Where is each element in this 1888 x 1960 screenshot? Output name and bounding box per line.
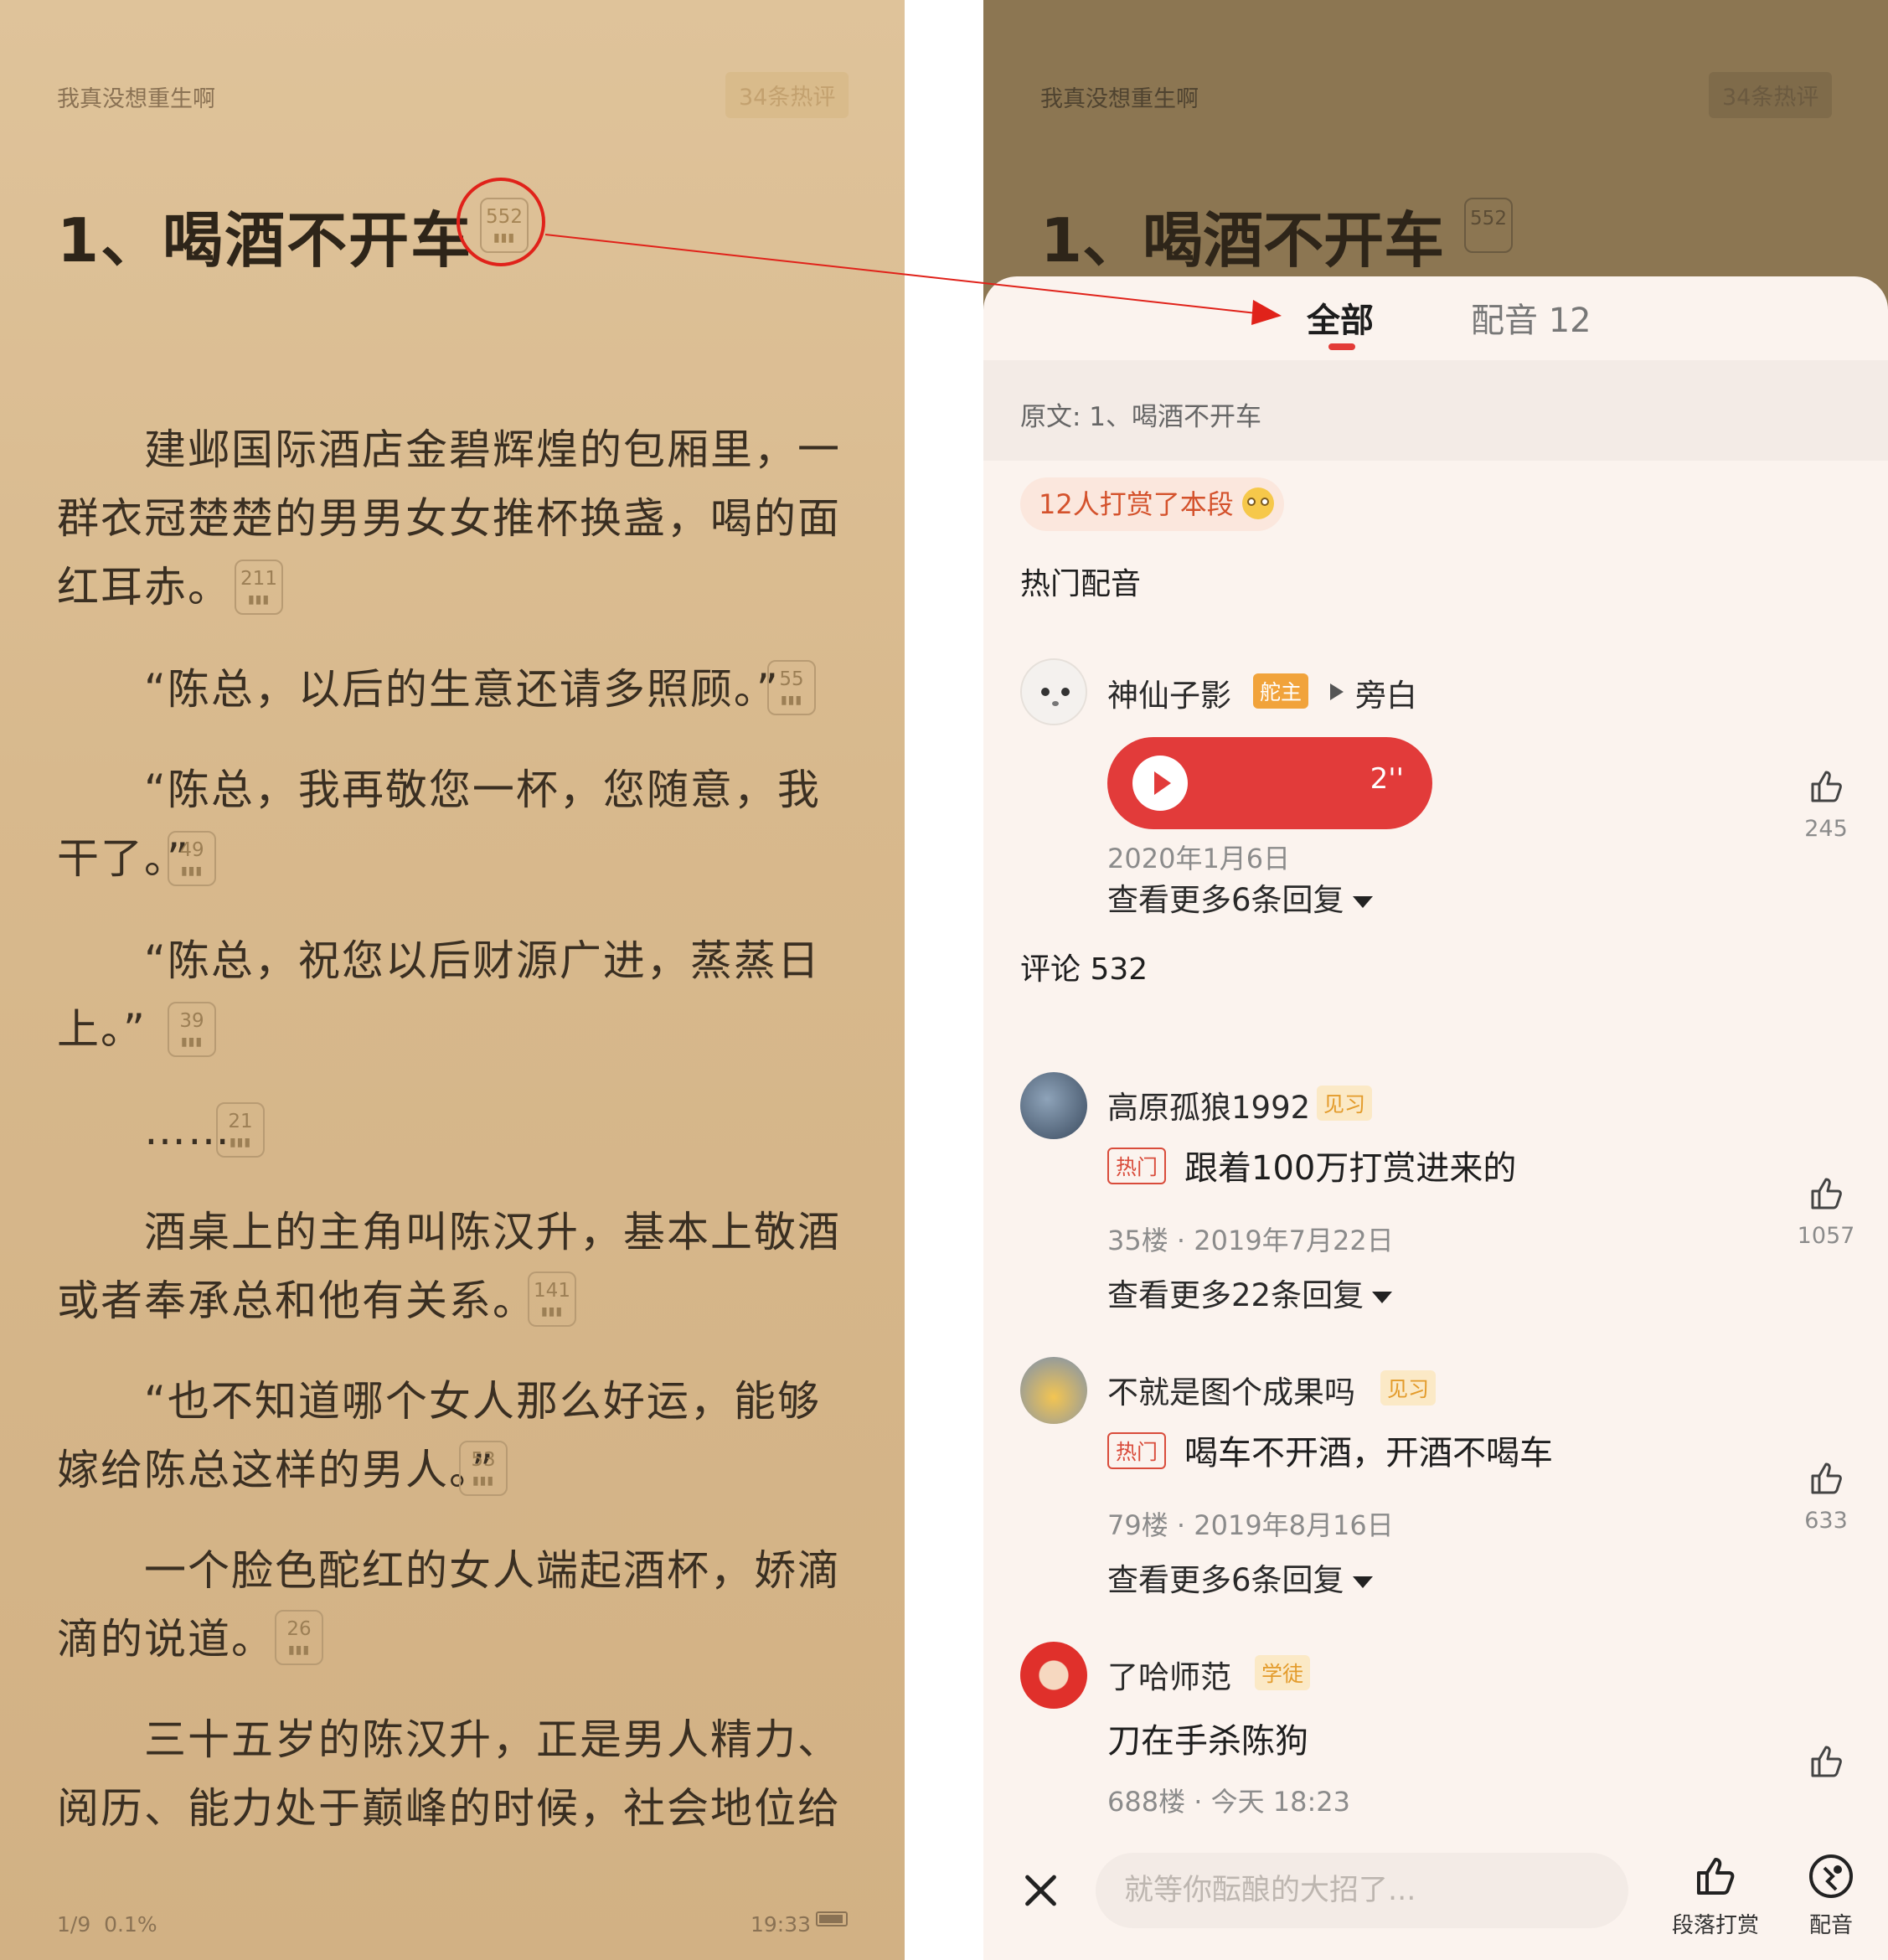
avatar[interactable] <box>1020 1642 1087 1709</box>
comment-bars-icon: ▮▮▮ <box>180 864 204 878</box>
comments-screen: 我真没想重生啊 34条热评 1、喝酒不开车 552 全部 配音 12 原文: 1… <box>983 0 1888 1960</box>
comments-heading: 评论 532 <box>1020 952 1148 987</box>
comment-meta: 79楼 · 2019年8月16日 <box>1107 1509 1394 1541</box>
hot-comments-badge[interactable]: 34条热评 <box>1709 72 1833 118</box>
hot-tag: 热门 <box>1107 1148 1167 1184</box>
chapter-comment-bubble[interactable]: 552 <box>1464 198 1513 253</box>
avatar[interactable] <box>1020 1072 1087 1139</box>
tab-dub[interactable]: 配音 12 <box>1471 293 1591 342</box>
battery-icon <box>816 1911 848 1926</box>
hot-tag: 热门 <box>1107 1432 1167 1469</box>
paragraph-comment-bubble[interactable]: 141 ▮▮▮ <box>528 1271 576 1327</box>
paragraph-comment-bubble[interactable]: 53 ▮▮▮ <box>459 1441 508 1496</box>
comment-bars-icon: ▮▮▮ <box>180 1035 204 1049</box>
level-tag: 见习 <box>1380 1370 1437 1406</box>
reward-summary[interactable]: 12人打赏了本段 <box>1020 477 1284 531</box>
comment-bars-icon: ▮▮▮ <box>472 1474 495 1488</box>
book-title: 我真没想重生啊 <box>1040 86 1199 112</box>
thumbs-up-icon <box>1811 1746 1842 1777</box>
close-icon[interactable] <box>1020 1870 1062 1911</box>
comment-bars-icon: ▮▮▮ <box>229 1136 252 1149</box>
hot-comments-badge[interactable]: 34条热评 <box>725 72 849 118</box>
voice-play-button[interactable]: 2'' <box>1107 737 1432 829</box>
comment-text: 喝车不开酒，开酒不喝车 <box>1184 1434 1553 1473</box>
dub-date: 2020年1月6日 <box>1107 843 1291 874</box>
like-button[interactable]: 245 <box>1803 767 1849 842</box>
original-text-bar: 原文: 1、喝酒不开车 <box>983 360 1888 461</box>
reader-screen: 我真没想重生啊 34条热评 1、喝酒不开车 552 ▮▮▮ 建邺国际酒店金碧辉煌… <box>0 0 905 1960</box>
level-tag: 学徒 <box>1255 1655 1311 1690</box>
level-tag: 见习 <box>1317 1086 1373 1121</box>
voice-duration: 2'' <box>1370 762 1404 796</box>
play-small-icon <box>1330 683 1344 700</box>
paragraph-comment-bubble[interactable]: 26 ▮▮▮ <box>275 1610 323 1665</box>
dub-mic-icon <box>1809 1854 1853 1898</box>
dub-button[interactable]: 配音 <box>1806 1851 1856 1939</box>
like-button[interactable] <box>1803 1742 1849 1779</box>
paragraph-comment-bubble[interactable]: 49 ▮▮▮ <box>168 831 216 886</box>
paragraph: 酒桌上的主角叫陈汉升，基本上敬酒或者奉承总和他有关系。 <box>57 1208 841 1325</box>
emoji-icon <box>1241 487 1274 519</box>
thumbs-up-icon <box>1811 771 1842 802</box>
chapter-title: 1、喝酒不开车 <box>57 205 473 276</box>
comment-text: 跟着100万打赏进来的 <box>1184 1149 1517 1188</box>
more-replies-button[interactable]: 查看更多6条回复 <box>1107 1555 1373 1600</box>
comment-bars-icon: ▮▮▮ <box>780 694 803 707</box>
tab-indicator <box>1328 343 1355 350</box>
comment-text: 刀在手杀陈狗 <box>1107 1722 1308 1761</box>
caret-down-icon <box>1352 895 1373 908</box>
like-button[interactable]: 1057 <box>1798 1174 1854 1249</box>
chapter-title: 1、喝酒不开车 <box>1040 205 1445 276</box>
comment-user-name[interactable]: 高原孤狼1992 <box>1107 1082 1310 1127</box>
paragraph-comment-bubble[interactable]: 55 ▮▮▮ <box>767 660 816 715</box>
comment-user-name[interactable]: 了哈师范 <box>1107 1652 1231 1697</box>
dub-role: 旁白 <box>1355 678 1417 714</box>
comment-bars-icon: ▮▮▮ <box>540 1305 564 1318</box>
like-button[interactable]: 633 <box>1803 1459 1849 1534</box>
clock: 19:33 <box>751 1912 812 1937</box>
caret-down-icon <box>1372 1291 1393 1303</box>
paragraph: …… <box>144 1106 231 1154</box>
paragraph: 一个脸色酡红的女人端起酒杯，娇滴滴的说道。 <box>57 1546 841 1663</box>
reward-hand-icon <box>1697 1858 1735 1895</box>
highlight-circle <box>457 178 545 266</box>
more-replies-button[interactable]: 查看更多22条回复 <box>1107 1270 1393 1315</box>
caret-down-icon <box>1352 1576 1373 1588</box>
dub-user-name[interactable]: 神仙子影 <box>1107 670 1231 715</box>
comment-input[interactable]: 就等你酝酿的大招了... <box>1096 1853 1628 1928</box>
comment-meta: 688楼 · 今天 18:23 <box>1107 1786 1350 1818</box>
paragraph: “陈总，以后的生意还请多照顾。” <box>144 665 780 714</box>
bottom-bar: 就等你酝酿的大招了... 段落打赏 配音 <box>983 1826 1888 1960</box>
paragraph: “也不知道哪个女人那么好运，能够嫁给陈总这样的男人。” <box>57 1377 821 1494</box>
hot-dub-heading: 热门配音 <box>1020 567 1142 601</box>
comment-bars-icon: ▮▮▮ <box>287 1643 311 1657</box>
comment-user-name[interactable]: 不就是图个成果吗 <box>1107 1367 1355 1412</box>
comment-meta: 35楼 · 2019年7月22日 <box>1107 1225 1394 1256</box>
paragraph-comment-bubble[interactable]: 39 ▮▮▮ <box>168 1002 216 1057</box>
comment-bars-icon: ▮▮▮ <box>247 593 271 606</box>
paragraph: 建邺国际酒店金碧辉煌的包厢里，一群衣冠楚楚的男男女女推杯换盏，喝的面红耳赤。 <box>57 426 841 611</box>
paragraph: 三十五岁的陈汉升，正是男人精力、阅历、能力处于巅峰的时候，社会地位给 <box>57 1715 841 1833</box>
more-replies-button[interactable]: 查看更多6条回复 <box>1107 874 1373 920</box>
avatar[interactable] <box>1020 1357 1087 1424</box>
page-indicator: 1/9 0.1% <box>57 1912 157 1937</box>
paragraph-reward-button[interactable]: 段落打赏 <box>1672 1851 1759 1939</box>
thumbs-up-icon <box>1811 1462 1842 1494</box>
avatar[interactable] <box>1020 658 1087 725</box>
host-tag: 舵主 <box>1253 673 1309 709</box>
play-icon <box>1132 756 1188 811</box>
paragraph-comment-bubble[interactable]: 21 ▮▮▮ <box>216 1102 265 1158</box>
thumbs-up-icon <box>1811 1178 1842 1210</box>
paragraph-comment-bubble[interactable]: 211 ▮▮▮ <box>235 560 283 615</box>
tab-all[interactable]: 全部 <box>1307 293 1374 342</box>
book-title: 我真没想重生啊 <box>57 86 215 112</box>
comment-panel: 全部 配音 12 原文: 1、喝酒不开车 12人打赏了本段 热门配音 神仙子影 … <box>983 276 1888 1960</box>
